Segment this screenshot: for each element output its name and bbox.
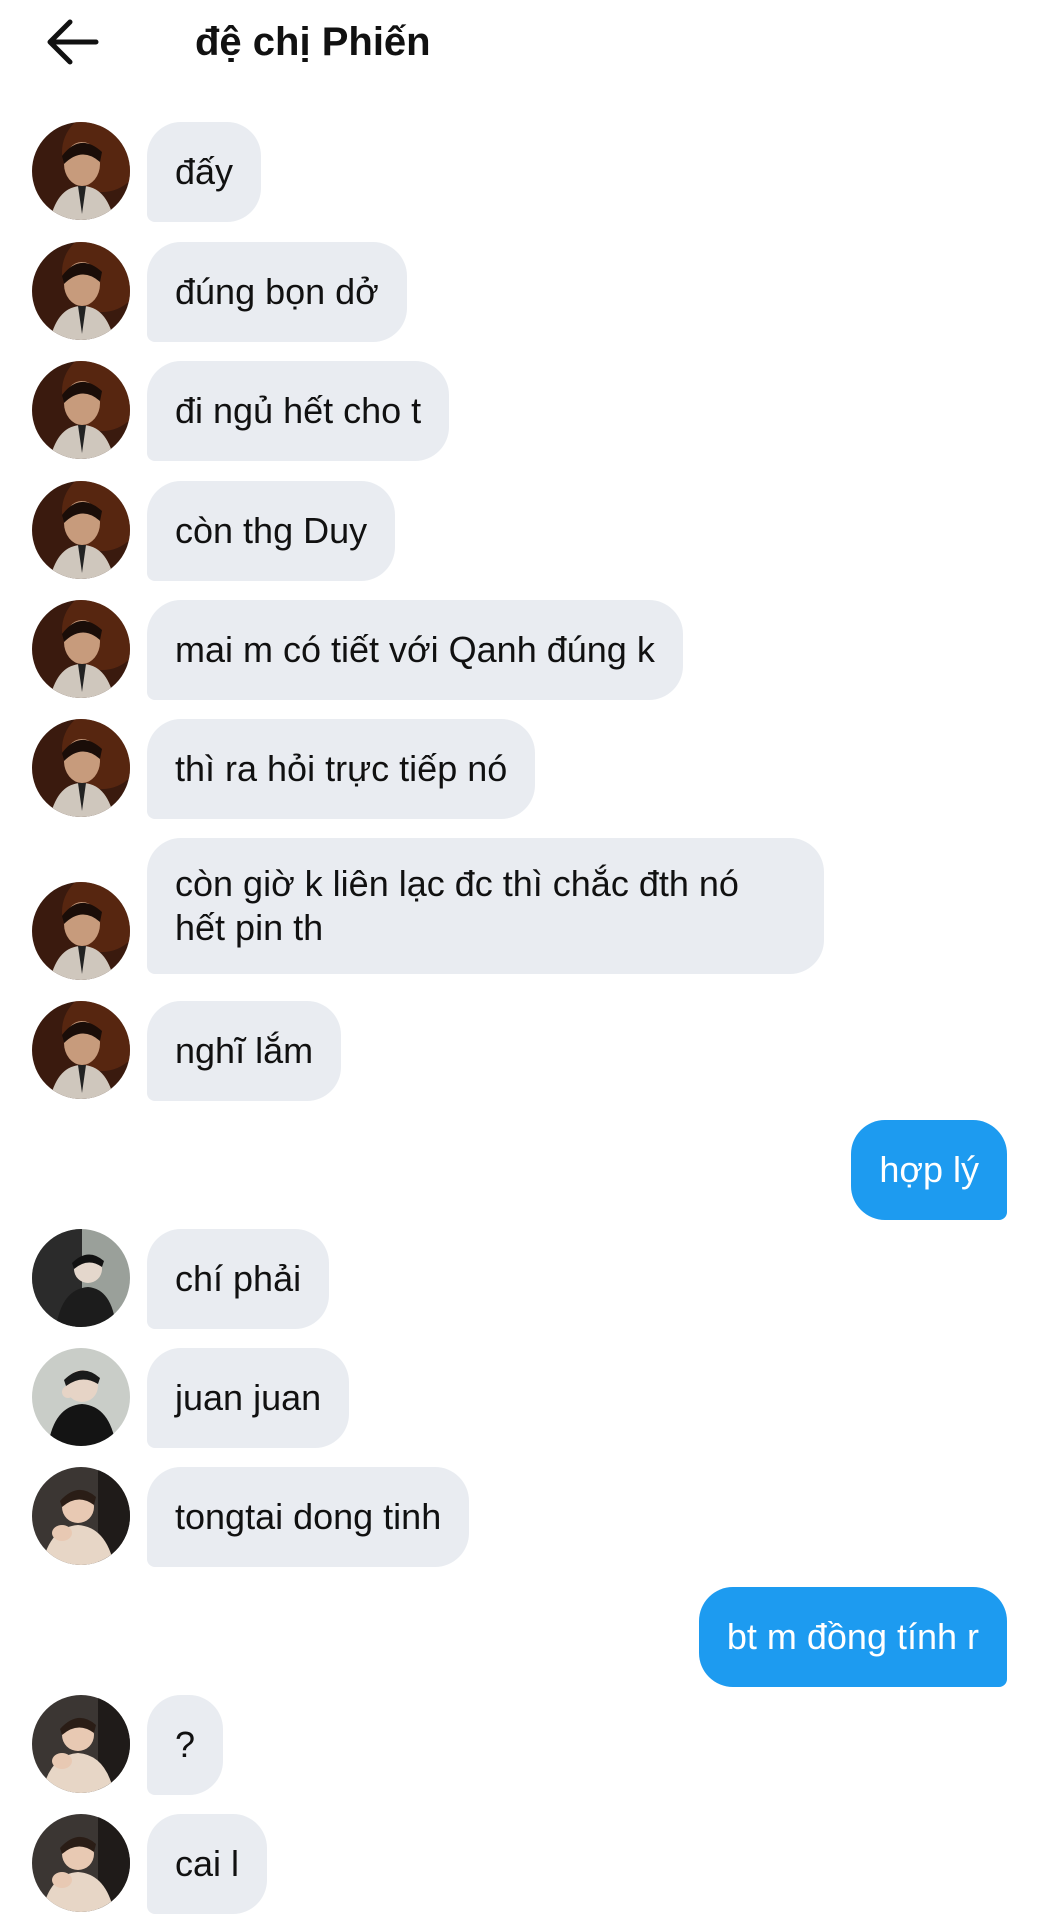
avatar[interactable]: [32, 1229, 130, 1327]
avatar[interactable]: [32, 122, 130, 220]
avatar[interactable]: [32, 1467, 130, 1565]
avatar-image: [32, 1695, 130, 1793]
message-bubble[interactable]: nghĩ lắm: [147, 1001, 342, 1101]
message-bubble[interactable]: thì ra hỏi trực tiếp nó: [147, 719, 536, 819]
message-row: đi ngủ hết cho t: [0, 361, 1038, 461]
avatar[interactable]: [32, 242, 130, 340]
avatar[interactable]: [32, 600, 130, 698]
message-bubble[interactable]: đúng bọn dở: [147, 242, 407, 342]
message-row: mai m có tiết với Qanh đúng k: [0, 600, 1038, 700]
avatar[interactable]: [32, 1001, 130, 1099]
avatar-image: [32, 1814, 130, 1912]
avatar[interactable]: [32, 1695, 130, 1793]
avatar-image: [32, 481, 130, 579]
avatar-image: [32, 882, 130, 980]
message-row: nghĩ lắm: [0, 1001, 1038, 1101]
avatar[interactable]: [32, 882, 130, 980]
avatar[interactable]: [32, 1814, 130, 1912]
message-bubble[interactable]: đấy: [147, 122, 262, 222]
avatar-image: [32, 719, 130, 817]
avatar-image: [32, 1001, 130, 1099]
message-bubble[interactable]: cai l: [147, 1814, 268, 1914]
avatar-image: [32, 1467, 130, 1565]
avatar-image: [32, 1348, 130, 1446]
avatar-image: [32, 242, 130, 340]
message-row: hợp lý: [0, 1120, 1038, 1220]
message-bubble-outgoing[interactable]: hợp lý: [851, 1120, 1007, 1220]
message-row: đúng bọn dở: [0, 242, 1038, 342]
message-list[interactable]: đấy đúng bọn dở đi ngủ hết cho t còn thg…: [0, 0, 1038, 1920]
message-bubble[interactable]: mai m có tiết với Qanh đúng k: [147, 600, 683, 700]
message-bubble[interactable]: tongtai dong tinh: [147, 1467, 470, 1567]
message-row: còn giờ k liên lạc đc thì chắc đth nó hế…: [0, 838, 1038, 981]
avatar[interactable]: [32, 1348, 130, 1446]
message-bubble[interactable]: còn thg Duy: [147, 481, 396, 581]
message-bubble[interactable]: juan juan: [147, 1348, 350, 1448]
message-bubble[interactable]: chí phải: [147, 1229, 330, 1329]
avatar[interactable]: [32, 361, 130, 459]
message-bubble[interactable]: đi ngủ hết cho t: [147, 361, 450, 461]
avatar-image: [32, 122, 130, 220]
avatar[interactable]: [32, 719, 130, 817]
avatar-image: [32, 600, 130, 698]
message-row: đấy: [0, 122, 1038, 222]
message-bubble[interactable]: còn giờ k liên lạc đc thì chắc đth nó hế…: [147, 838, 824, 974]
message-row: juan juan: [0, 1348, 1038, 1448]
avatar-image: [32, 1229, 130, 1327]
message-bubble[interactable]: ?: [147, 1695, 224, 1795]
avatar-image: [32, 361, 130, 459]
message-row: ?: [0, 1695, 1038, 1795]
message-row: còn thg Duy: [0, 481, 1038, 581]
message-row: bt m đồng tính r: [0, 1587, 1038, 1687]
avatar[interactable]: [32, 481, 130, 579]
message-row: tongtai dong tinh: [0, 1467, 1038, 1567]
message-row: cai l: [0, 1814, 1038, 1914]
message-row: chí phải: [0, 1229, 1038, 1329]
message-row: thì ra hỏi trực tiếp nó: [0, 719, 1038, 819]
message-bubble-outgoing[interactable]: bt m đồng tính r: [698, 1587, 1007, 1687]
